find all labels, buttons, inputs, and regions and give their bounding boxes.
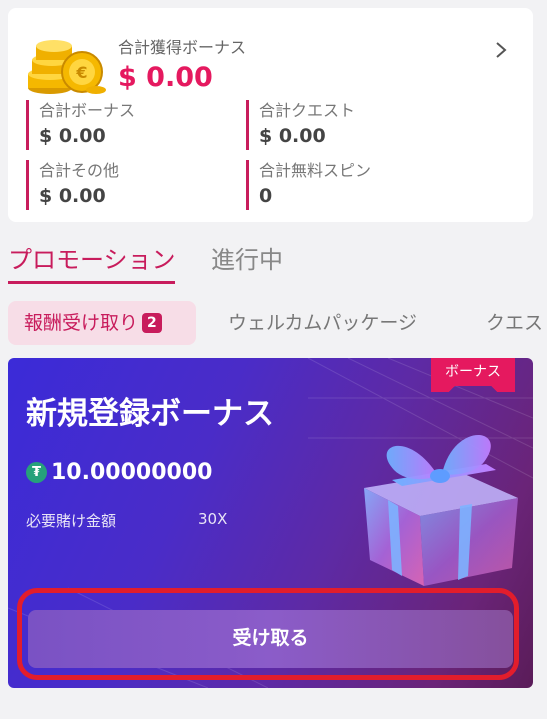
total-bonus-value: $ 0.00: [118, 62, 213, 93]
stat-total-bonus: 合計ボーナス $ 0.00: [26, 100, 135, 150]
tab-in-progress[interactable]: 進行中: [211, 240, 283, 275]
stat-total-free-spins: 合計無料スピン 0: [246, 160, 371, 210]
stat-total-other: 合計その他 $ 0.00: [26, 160, 119, 210]
bonus-tag: ボーナス: [431, 358, 515, 392]
stat-value: $ 0.00: [39, 185, 106, 207]
gold-coins-icon: €: [28, 40, 106, 94]
bonus-amount-row: ₮ 10.00000000: [26, 460, 212, 485]
total-bonus-label: 合計獲得ボーナス: [118, 38, 247, 57]
subtab-quest[interactable]: クエス: [486, 301, 543, 345]
subtab-label: 報酬受け取り: [24, 312, 139, 334]
claim-button[interactable]: 受け取る: [28, 610, 513, 668]
active-tab-underline: [8, 281, 175, 284]
signup-bonus-card: ボーナス 新規登録ボーナス ₮ 10.00000000 必要賭け金額 30X 受…: [8, 358, 533, 688]
wager-value: 30X: [198, 510, 228, 528]
bonus-title: 新規登録ボーナス: [26, 396, 274, 432]
tab-promotions[interactable]: プロモーション: [8, 240, 176, 275]
stat-total-quest: 合計クエスト $ 0.00: [246, 100, 355, 150]
bonus-summary-card[interactable]: € 合計獲得ボーナス $ 0.00 合計ボーナス $ 0.00 合計クエスト $…: [8, 8, 533, 222]
stat-value: 0: [259, 185, 273, 207]
stat-value: $ 0.00: [259, 125, 326, 147]
gift-box-icon: [364, 434, 518, 586]
stat-label: 合計無料スピン: [259, 161, 372, 180]
stat-label: 合計クエスト: [259, 101, 356, 120]
subtab-welcome-package[interactable]: ウェルカムパッケージ: [228, 301, 417, 345]
stat-label: 合計ボーナス: [39, 101, 136, 120]
bonus-amount: 10.00000000: [51, 460, 213, 485]
stat-value: $ 0.00: [39, 125, 106, 147]
subtab-claim-rewards[interactable]: 報酬受け取り 2: [8, 301, 196, 345]
wager-label: 必要賭け金額: [26, 512, 117, 530]
chevron-right-icon[interactable]: [491, 40, 511, 60]
tether-icon: ₮: [26, 462, 47, 483]
stat-label: 合計その他: [39, 161, 120, 180]
svg-text:€: €: [75, 63, 87, 82]
count-badge: 2: [142, 313, 162, 333]
